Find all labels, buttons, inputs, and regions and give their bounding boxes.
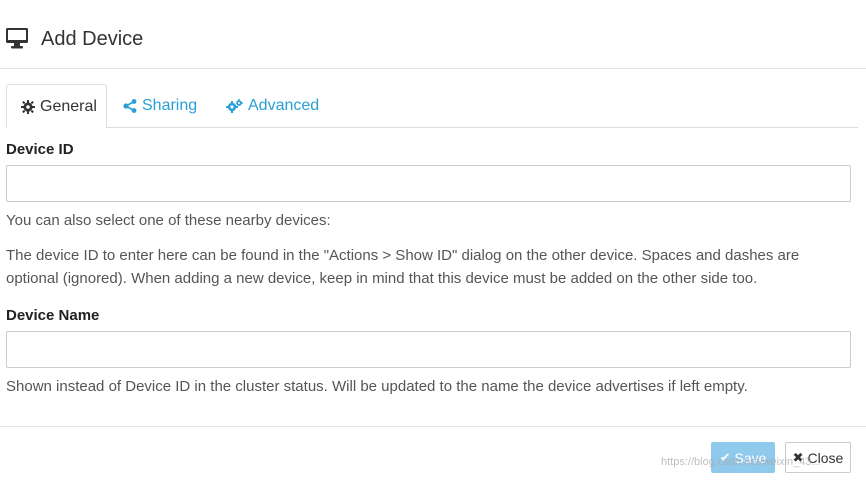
tab-general-label: General [40,97,97,115]
modal-header: Add Device [0,0,866,69]
device-id-help: The device ID to enter here can be found… [6,247,800,287]
tab-advanced-label: Advanced [248,97,320,114]
device-name-input[interactable] [6,331,851,368]
share-icon [123,99,137,113]
gear-icon [21,99,35,114]
desktop-monitor-icon [6,28,28,49]
tab-sharing[interactable]: Sharing [123,84,197,128]
device-id-label: Device ID [6,141,74,158]
nearby-devices-hint: You can also select one of these nearby … [6,212,331,229]
tab-advanced[interactable]: Advanced [226,84,319,128]
watermark-text: https://blog.csdn.net/weixin_43... [661,456,821,468]
device-name-help: Shown instead of Device ID in the cluste… [6,378,748,395]
modal-title: Add Device [41,28,144,50]
tab-sharing-label: Sharing [142,97,198,114]
tab-general[interactable]: General [6,84,107,129]
tab-bar: General Sharing Advanced [6,84,858,129]
device-id-input[interactable] [6,165,851,202]
device-name-label: Device Name [6,307,100,324]
cogs-icon [226,99,243,113]
